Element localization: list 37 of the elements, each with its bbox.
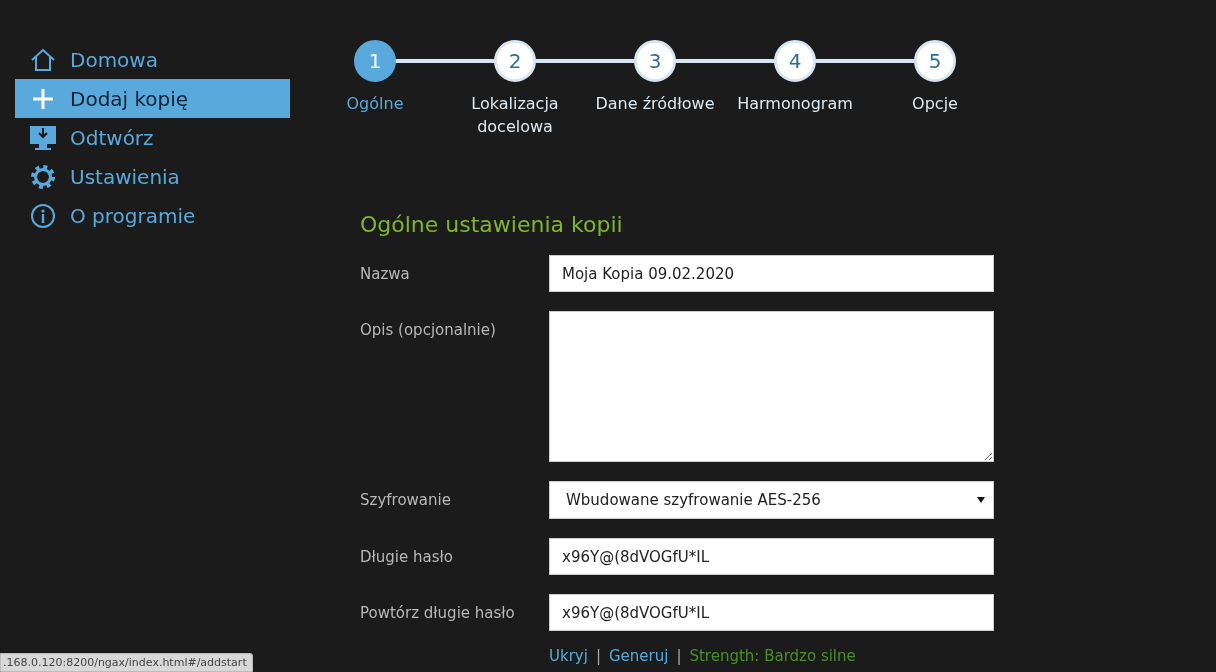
step-circle[interactable]: 5 xyxy=(914,40,956,82)
input-field[interactable]: Moja Kopia 09.02.2020 xyxy=(549,255,994,292)
step-circle[interactable]: 3 xyxy=(634,40,676,82)
separator-text: | xyxy=(595,647,601,665)
field-label: Powtórz długie hasło xyxy=(360,603,516,622)
step-label: Lokalizacja docelowa xyxy=(470,93,560,138)
step-label: Opcje xyxy=(911,93,959,115)
section-heading: Ogólne ustawienia kopii xyxy=(360,212,624,237)
step-label: Harmonogram xyxy=(736,93,854,115)
step-circle[interactable]: 2 xyxy=(494,40,536,82)
status-url: .168.0.120:8200/ngax/index.html#/addstart xyxy=(0,653,253,672)
step-label: Ogólne xyxy=(345,93,405,115)
input-field[interactable]: x96Y@(8dVOGfU*IL xyxy=(549,594,994,631)
settings-icon xyxy=(29,163,56,190)
separator-text: | xyxy=(676,647,682,665)
monitor-download-icon xyxy=(28,124,57,151)
strength-text: Strength: Bardzo silne xyxy=(689,647,856,665)
step-label: Dane źródłowe xyxy=(595,93,715,115)
step-circle[interactable]: 4 xyxy=(774,40,816,82)
sidebar-item[interactable]: Domowa xyxy=(15,40,290,79)
input-field[interactable]: x96Y@(8dVOGfU*IL xyxy=(549,538,994,575)
field-label: Szyfrowanie xyxy=(360,491,452,509)
textarea-field[interactable] xyxy=(549,311,994,462)
sidebar-item[interactable]: Ustawienia xyxy=(15,157,290,196)
info-icon xyxy=(29,202,56,229)
sidebar-item[interactable]: Dodaj kopię xyxy=(15,79,290,118)
field-label: Opis (opcjonalnie) xyxy=(360,320,497,339)
field-label: Nazwa xyxy=(360,264,411,283)
field-label: Długie hasło xyxy=(360,547,454,566)
home-icon xyxy=(29,47,56,72)
plus-icon xyxy=(30,86,55,111)
sidebar-item[interactable]: O programie xyxy=(15,196,290,235)
dropdown[interactable]: Wbudowane szyfrowanie AES-256 xyxy=(549,481,994,519)
link[interactable]: Ukryj xyxy=(549,647,588,665)
link[interactable]: Generuj xyxy=(608,647,669,665)
sidebar-item[interactable]: Odtwórz xyxy=(15,118,290,157)
caret-icon xyxy=(977,497,985,503)
